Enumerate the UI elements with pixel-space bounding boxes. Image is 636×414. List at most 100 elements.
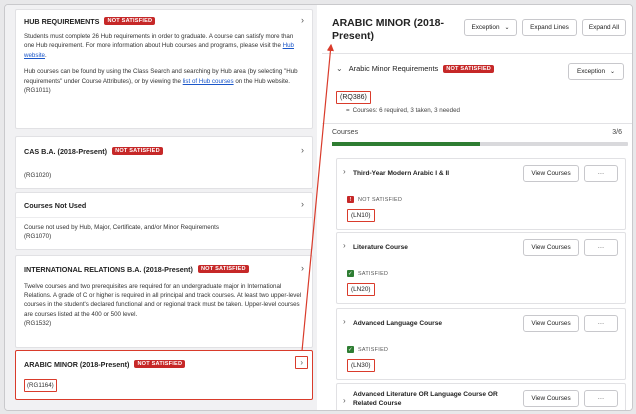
chevron-right-icon[interactable]: › (343, 317, 346, 326)
chevron-right-icon[interactable]: › (295, 356, 308, 369)
chevron-right-icon[interactable]: › (301, 145, 304, 155)
line-status-text: SATISFIED (358, 270, 389, 277)
line-code-wrap: (LN30) (347, 359, 375, 372)
requirement-title: CAS B.A. (2018-Present) (24, 146, 108, 156)
view-courses-button[interactable]: View Courses (523, 239, 579, 256)
chevron-right-icon[interactable]: › (301, 199, 304, 209)
requirement-code: (RG1011) (24, 87, 51, 95)
more-options-button[interactable]: ··· (584, 315, 618, 332)
requirement-summary: Courses: 6 required, 3 taken, 3 needed (352, 107, 460, 114)
requirement-code: (RG1070) (24, 233, 52, 241)
expand-lines-button[interactable]: Expand Lines (522, 19, 577, 36)
requirement-body: Course not used by Hub, Major, Certifica… (16, 223, 312, 248)
requirement-body: Students must complete 26 Hub requiremen… (16, 32, 312, 101)
line-status: ✓ SATISFIED (347, 270, 388, 277)
more-options-button[interactable]: ··· (584, 390, 618, 407)
more-icon: ··· (597, 170, 605, 177)
course-line-title: Advanced Language Course (353, 320, 443, 327)
course-line-card: › Third-Year Modern Arabic I & II View C… (336, 158, 626, 230)
expand-lines-label: Expand Lines (530, 24, 569, 31)
requirement-title: Courses Not Used (24, 200, 87, 210)
divider (322, 123, 632, 124)
requirement-header-hub[interactable]: HUB REQUIREMENTS NOT SATISFIED › (16, 10, 312, 32)
chevron-right-icon[interactable]: › (301, 263, 304, 273)
line-code-wrap: (LN10) (347, 209, 375, 222)
more-icon: ··· (597, 244, 605, 251)
hub-text-1: Students must complete 26 Hub requiremen… (24, 33, 294, 50)
exception-dropdown-button[interactable]: Exception ⌄ (464, 19, 517, 36)
requirement-header[interactable]: ⌄ Arabic Minor Requirements NOT SATISFIE… (336, 64, 495, 73)
hub-list-link[interactable]: list of Hub courses (183, 78, 234, 85)
courses-label: Courses (332, 129, 359, 136)
more-options-button[interactable]: ··· (584, 165, 618, 182)
course-line-title: Advanced Literature OR Language Course O… (353, 391, 498, 407)
status-badge: NOT SATISFIED (134, 360, 186, 368)
divider (16, 217, 312, 218)
exception-dropdown-button[interactable]: Exception ⌄ (568, 63, 624, 80)
view-courses-button[interactable]: View Courses (523, 165, 579, 182)
expand-all-label: Expand All (588, 24, 620, 31)
chevron-right-icon[interactable]: › (343, 241, 346, 250)
requirement-header-cas[interactable]: CAS B.A. (2018-Present) NOT SATISFIED › (16, 137, 312, 165)
expand-all-button[interactable]: Expand All (582, 19, 626, 36)
courses-progress-bar (332, 142, 628, 146)
requirements-list: HUB REQUIREMENTS NOT SATISFIED › Student… (5, 5, 317, 410)
hub-text-1-end: . (44, 51, 47, 59)
requirement-card-arabic-minor: ARABIC MINOR (2018-Present) NOT SATISFIE… (15, 350, 313, 400)
requirement-card-cas: CAS B.A. (2018-Present) NOT SATISFIED › … (15, 136, 313, 189)
requirement-body: (RG1164) (16, 377, 312, 398)
requirement-card-ir: INTERNATIONAL RELATIONS B.A. (2018-Prese… (15, 255, 313, 348)
alert-icon: ! (347, 196, 354, 203)
exception-label: Exception (471, 24, 500, 31)
requirement-title: ARABIC MINOR (2018-Present) (24, 359, 130, 369)
course-line-card: › Advanced Language Course View Courses … (336, 308, 626, 380)
more-options-button[interactable]: ··· (584, 239, 618, 256)
requirement-code: (RG1020) (24, 172, 52, 179)
more-icon: ··· (597, 395, 605, 402)
requirement-summary-wrap: = Courses: 6 required, 3 taken, 3 needed (346, 107, 460, 114)
hub-text-2-end: on the Hub website. (233, 77, 291, 85)
view-courses-label: View Courses (531, 170, 571, 177)
requirement-desc: Twelve courses and two prerequisites are… (24, 283, 302, 318)
exception-label: Exception (576, 68, 606, 75)
checkmark-icon: ✓ (347, 346, 354, 353)
requirement-title: HUB REQUIREMENTS (24, 16, 100, 26)
course-line-title: Literature Course (353, 244, 408, 251)
view-courses-label: View Courses (531, 320, 571, 327)
chevron-down-icon[interactable]: ⌄ (336, 64, 343, 73)
requirement-code-wrap: (RQ386) (336, 86, 371, 104)
requirement-body: Twelve courses and two prerequisites are… (16, 282, 312, 334)
requirement-body: (RG1020) (16, 165, 312, 186)
requirement-card-not-used: Courses Not Used › Course not used by Hu… (15, 192, 313, 250)
divider (322, 53, 632, 54)
requirement-title: INTERNATIONAL RELATIONS B.A. (2018-Prese… (24, 264, 193, 274)
requirement-desc: Course not used by Hub, Major, Certifica… (24, 224, 219, 231)
line-code: (LN10) (347, 209, 375, 222)
line-code: (LN20) (347, 283, 375, 296)
degree-audit-window: HUB REQUIREMENTS NOT SATISFIED › Student… (4, 4, 633, 411)
status-badge: NOT SATISFIED (197, 265, 249, 273)
chevron-down-icon: ⌄ (504, 25, 510, 31)
line-status: ! NOT SATISFIED (347, 196, 402, 203)
requirement-card-hub: HUB REQUIREMENTS NOT SATISFIED › Student… (15, 9, 313, 129)
course-line-title: Third-Year Modern Arabic I & II (353, 170, 450, 177)
requirement-header-ir[interactable]: INTERNATIONAL RELATIONS B.A. (2018-Prese… (16, 256, 312, 282)
progress-count: 3/6 (612, 129, 622, 136)
chevron-right-icon[interactable]: › (301, 15, 304, 25)
line-code-wrap: (LN20) (347, 283, 375, 296)
checkmark-icon: ✓ (347, 270, 354, 277)
requirement-header-arabic-minor[interactable]: ARABIC MINOR (2018-Present) NOT SATISFIE… (16, 351, 312, 377)
view-courses-button[interactable]: View Courses (523, 390, 579, 407)
bullet: = (346, 107, 350, 114)
requirement-code: (RG1164) (24, 379, 57, 393)
course-line-card: › Advanced Literature OR Language Course… (336, 383, 626, 410)
status-badge: NOT SATISFIED (443, 64, 495, 73)
detail-title: ARABIC MINOR (2018-Present) (332, 17, 445, 42)
line-status: ✓ SATISFIED (347, 346, 388, 353)
status-badge: NOT SATISFIED (104, 17, 156, 25)
chevron-right-icon[interactable]: › (343, 396, 346, 405)
requirement-title: Arabic Minor Requirements (348, 64, 439, 73)
chevron-right-icon[interactable]: › (343, 167, 346, 176)
requirement-header-not-used[interactable]: Courses Not Used › (16, 193, 312, 217)
view-courses-button[interactable]: View Courses (523, 315, 579, 332)
